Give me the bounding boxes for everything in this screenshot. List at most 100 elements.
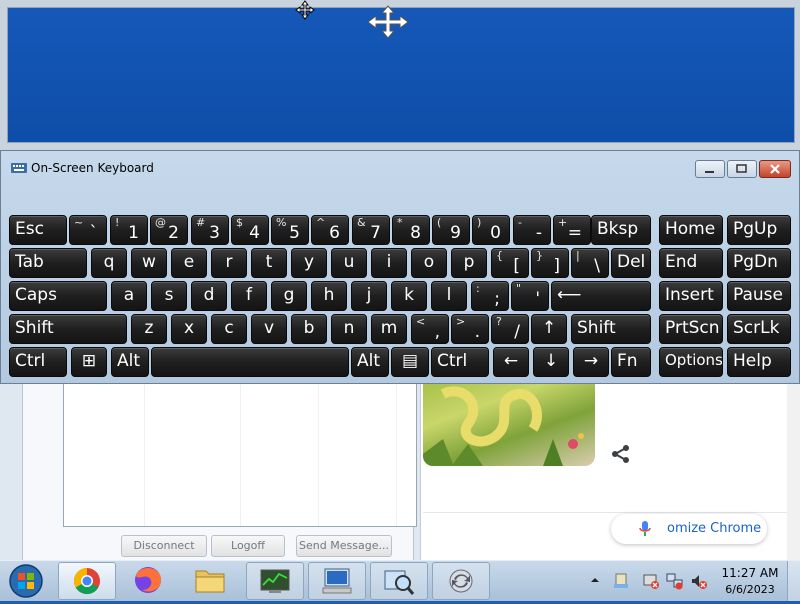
key-r[interactable]: r xyxy=(211,248,247,278)
key-symbol[interactable]: ↑ xyxy=(531,314,567,344)
taskbar-explorer[interactable] xyxy=(182,562,240,600)
key-symbol[interactable]: % 5 xyxy=(271,215,309,245)
key-symbol[interactable]: <, xyxy=(411,314,449,344)
key-j[interactable]: j xyxy=(351,281,387,311)
key-shift[interactable]: Shift xyxy=(571,314,651,344)
share-icon[interactable] xyxy=(609,442,633,466)
key-pause[interactable]: Pause xyxy=(727,281,791,311)
key-symbol[interactable]: ⟵ xyxy=(551,281,651,311)
key-symbol[interactable]: → xyxy=(573,347,609,377)
key-shift[interactable]: Shift xyxy=(9,314,127,344)
key-symbol[interactable]: >. xyxy=(451,314,489,344)
key-symbol[interactable]: }] xyxy=(531,248,569,278)
key-pgup[interactable]: PgUp xyxy=(727,215,791,245)
key-home[interactable]: Home xyxy=(659,215,723,245)
key-alt[interactable]: Alt xyxy=(351,347,389,377)
key-n[interactable]: n xyxy=(331,314,367,344)
key-i[interactable]: i xyxy=(371,248,407,278)
key-v[interactable]: v xyxy=(251,314,287,344)
move-handle-icon[interactable] xyxy=(366,4,410,40)
key-ctrl[interactable]: Ctrl xyxy=(431,347,489,377)
key-insert[interactable]: Insert xyxy=(659,281,723,311)
key-symbol[interactable]: :; xyxy=(471,281,509,311)
key-symbol[interactable]: ? / xyxy=(491,314,529,344)
key-caps[interactable]: Caps xyxy=(9,281,107,311)
key-fn[interactable]: Fn xyxy=(611,347,651,377)
key-x[interactable]: x xyxy=(171,314,207,344)
minimize-button[interactable] xyxy=(695,160,725,178)
key-h[interactable]: h xyxy=(311,281,347,311)
key-symbol[interactable]: ! 1 xyxy=(110,215,148,245)
network-icon[interactable] xyxy=(666,572,684,590)
key-c[interactable]: c xyxy=(211,314,247,344)
key-ctrl[interactable]: Ctrl xyxy=(9,347,67,377)
key-k[interactable]: k xyxy=(391,281,427,311)
key-symbol[interactable]: " ' xyxy=(511,281,549,311)
show-hidden-icons-icon[interactable] xyxy=(590,575,600,585)
key-symbol[interactable]: -- xyxy=(513,215,551,245)
close-button[interactable] xyxy=(759,160,791,178)
action-center-icon[interactable] xyxy=(612,572,630,590)
key-symbol[interactable]: ↓ xyxy=(533,347,569,377)
send-message-button[interactable]: Send Message... xyxy=(296,535,392,557)
key-bksp[interactable]: Bksp xyxy=(591,215,651,245)
key-t[interactable]: t xyxy=(251,248,287,278)
osk-titlebar[interactable]: On-Screen Keyboard xyxy=(1,151,800,187)
restore-button[interactable] xyxy=(727,160,757,178)
key-w[interactable]: w xyxy=(131,248,167,278)
key-prtscn[interactable]: PrtScn xyxy=(659,314,723,344)
key-alt[interactable]: Alt xyxy=(111,347,149,377)
key-z[interactable]: z xyxy=(131,314,167,344)
key-d[interactable]: d xyxy=(191,281,227,311)
start-button[interactable] xyxy=(2,562,50,600)
doodle-image[interactable] xyxy=(423,384,595,466)
key-m[interactable]: m xyxy=(371,314,407,344)
key-e[interactable]: e xyxy=(171,248,207,278)
clock-date[interactable]: 6/6/2023 xyxy=(720,583,780,596)
volume-icon[interactable] xyxy=(690,572,708,590)
key-symbol[interactable]: {[ xyxy=(491,248,529,278)
key-l[interactable]: l xyxy=(431,281,467,311)
key-f[interactable]: f xyxy=(231,281,267,311)
display-icon[interactable] xyxy=(642,572,660,590)
key-a[interactable]: a xyxy=(111,281,147,311)
key-o[interactable]: o xyxy=(411,248,447,278)
key-symbol[interactable]: (9 xyxy=(432,215,470,245)
show-desktop-button[interactable] xyxy=(787,561,800,601)
key-g[interactable]: g xyxy=(271,281,307,311)
key-esc[interactable]: Esc xyxy=(9,215,67,245)
key-pgdn[interactable]: PgDn xyxy=(727,248,791,278)
key-symbol[interactable]: & 7 xyxy=(352,215,390,245)
key-symbol[interactable]: * 8 xyxy=(392,215,430,245)
taskbar-chrome[interactable] xyxy=(58,562,116,600)
taskbar-remote-desktop[interactable] xyxy=(308,562,366,600)
key-del[interactable]: Del xyxy=(611,248,651,278)
key-symbol[interactable]: ^ 6 xyxy=(311,215,349,245)
key-symbol[interactable]: ⊞ xyxy=(71,347,107,377)
key-options[interactable]: Options xyxy=(659,347,723,377)
key-y[interactable]: y xyxy=(291,248,327,278)
key-symbol[interactable]: #3 xyxy=(191,215,229,245)
key-scrlk[interactable]: ScrLk xyxy=(727,314,791,344)
key-symbol[interactable]: ) 0 xyxy=(472,215,510,245)
key-u[interactable]: u xyxy=(331,248,367,278)
key-space[interactable] xyxy=(151,347,349,377)
key-help[interactable]: Help xyxy=(727,347,791,377)
key-symbol[interactable]: $4 xyxy=(231,215,269,245)
key-symbol[interactable]: ▤ xyxy=(391,347,429,377)
key-p[interactable]: p xyxy=(451,248,487,278)
taskbar-firefox[interactable] xyxy=(120,562,178,600)
disconnect-button[interactable]: Disconnect xyxy=(121,535,207,557)
key-symbol[interactable]: @2 xyxy=(150,215,188,245)
key-symbol[interactable]: + = xyxy=(553,215,591,245)
logoff-button[interactable]: Logoff xyxy=(211,535,285,557)
key-symbol[interactable]: ← xyxy=(493,347,529,377)
key-tab[interactable]: Tab xyxy=(9,248,87,278)
taskbar-sync[interactable] xyxy=(432,562,490,600)
taskbar-magnifier[interactable] xyxy=(370,562,428,600)
key-s[interactable]: s xyxy=(151,281,187,311)
clock-time[interactable]: 11:27 AM xyxy=(720,566,780,580)
scrollbar[interactable] xyxy=(787,384,800,560)
key-symbol[interactable]: ~ ` xyxy=(69,215,107,245)
key-end[interactable]: End xyxy=(659,248,723,278)
